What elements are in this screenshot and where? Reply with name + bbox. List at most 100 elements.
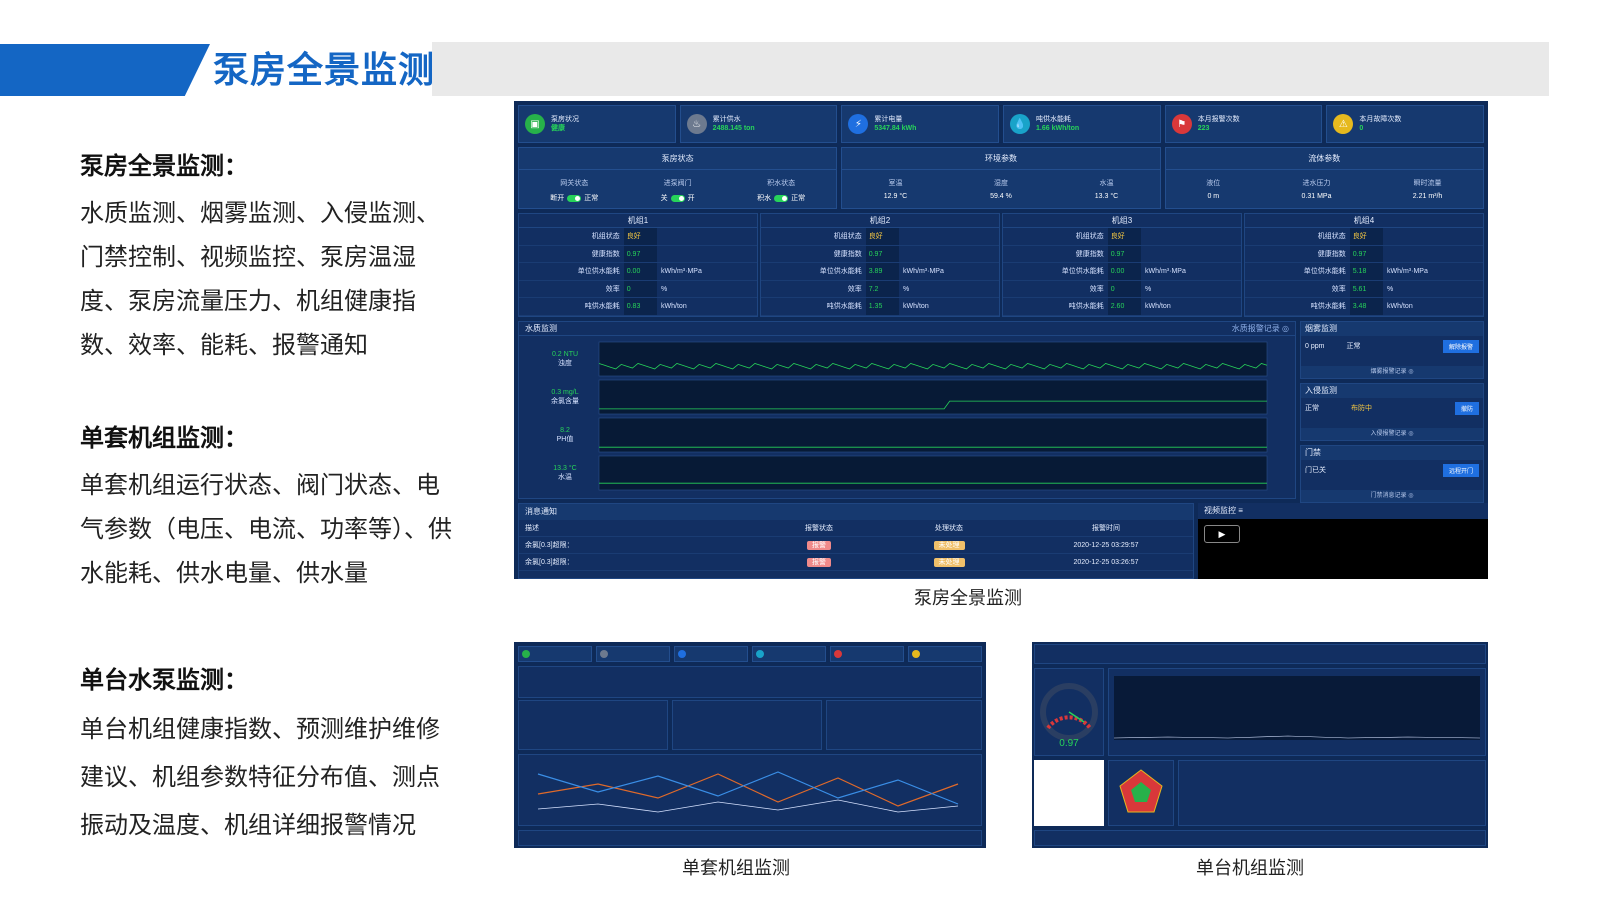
unit-param-row: 机组状态 良好 xyxy=(519,228,757,246)
section-body: 水质监测、烟雾监测、入侵监测、门禁控制、视频监控、泵房温湿度、泵房流量压力、机组… xyxy=(80,200,440,359)
toggle-switch[interactable] xyxy=(670,194,685,202)
kpi-card: 💧 吨供水能耗 1.66 kWh/ton xyxy=(1003,105,1161,143)
arm-status: 布防中 xyxy=(1351,405,1372,412)
plug-icon: ⚡ xyxy=(848,114,869,134)
kpi-card: ▣ 泵房状况 健康 xyxy=(518,105,676,143)
water-accumulation-status[interactable]: 积水状态 积水 正常 xyxy=(757,178,805,203)
header-background xyxy=(432,42,1549,96)
radar-chart xyxy=(1119,769,1163,813)
handle-badge: 未处理 xyxy=(933,558,965,567)
param-level: 液位 0 m xyxy=(1206,180,1221,200)
toggle-switch[interactable] xyxy=(567,194,582,202)
kpi-label: 本月故障次数 xyxy=(1359,116,1402,123)
series-name: 余氯含量 xyxy=(551,396,579,405)
series-reading: 0.3 mg/L xyxy=(551,389,578,396)
unit-title: 机组2 xyxy=(761,214,999,228)
series-reading: 13.3 °C xyxy=(553,464,576,472)
series-reading: 8.2 xyxy=(560,427,570,434)
inlet-valve-status[interactable]: 进泵阀门关开 xyxy=(661,178,695,203)
alarm-icon: ⚑ xyxy=(1171,114,1192,134)
unit-param-row: 效率 7.2% xyxy=(761,280,999,298)
unit-title: 机组1 xyxy=(519,214,757,228)
status-title: 环境参数 xyxy=(842,148,1160,170)
smoke-status: 正常 xyxy=(1346,343,1361,350)
kpi-label: 本月报警次数 xyxy=(1197,116,1240,123)
door-panel: 门禁 门已关 远程开门 门禁消息记录 ◎ xyxy=(1300,445,1484,503)
kpi-label: 累计供水 xyxy=(712,116,741,123)
caption-single-pump: 单台机组监测 xyxy=(1196,858,1304,878)
kpi-label: 累计电量 xyxy=(874,116,903,123)
vibration-chart xyxy=(1113,676,1481,740)
section-title: 单套机组监测： xyxy=(80,425,248,452)
kpi-value: 223 xyxy=(1197,125,1210,132)
remote-open-button[interactable]: 远程开门 xyxy=(1442,463,1479,477)
fluid-params: 流体参数 液位 0 m 进水压力 0.31 MPa 瞬时流量 2.21 m³/h xyxy=(1164,147,1484,209)
series-name: 水温 xyxy=(558,472,572,481)
unit-param-row: 效率 5.61% xyxy=(1245,280,1483,298)
panel-title: 消息通知 xyxy=(519,504,1193,520)
unit-param-row: 吨供水能耗 3.48 kWh/ton xyxy=(1245,298,1483,316)
unit-param-row: 健康指数 0.97 xyxy=(1245,245,1483,263)
smoke-log-link[interactable]: 烟雾报警记录 ◎ xyxy=(1301,366,1483,378)
alarm-badge: 报警 xyxy=(807,541,831,550)
unit-param-row: 吨供水能耗 2.60 kWh/ton xyxy=(1003,298,1241,316)
intrusion-log-link[interactable]: 入侵报警记录 ◎ xyxy=(1301,428,1483,440)
handle-badge: 未处理 xyxy=(933,541,965,550)
kpi-label: 泵房状况 xyxy=(551,116,579,123)
smoke-value: 0 ppm xyxy=(1305,342,1325,350)
param-room-temp: 室温 12.9 °C xyxy=(883,180,908,200)
unit-card[interactable]: 机组4 机组状态 良好 健康指数 0.97 单位供水能耗 5.18 kWh/m³·MPa 效率 5… xyxy=(1244,213,1484,317)
series-name: 浊度 xyxy=(558,358,572,367)
intrusion-panel: 入侵监测 正常 布防中 撤防 入侵报警记录 ◎ xyxy=(1300,383,1484,441)
unit-card[interactable]: 机组3 机组状态 良好 健康指数 0.97 单位供水能耗 0.00 kWh/m³·MPa 效率 0… xyxy=(1002,213,1242,317)
kpi-row: ▣ 泵房状况 健康 ♨ 累计供水 2488.145 ton ⚡ 累计电量 5347.84 kWh… xyxy=(518,105,1485,143)
kpi-value: 5347.84 kWh xyxy=(874,125,917,132)
door-log-link[interactable]: 门禁消息记录 ◎ xyxy=(1301,490,1483,502)
intrusion-status: 正常 xyxy=(1305,405,1319,412)
section-body: 单套机组运行状态、阀门状态、电气参数（电压、电流、功率等）、供水能耗、供水电量、… xyxy=(80,472,452,587)
kpi-card: ⚠ 本月故障次数 0 xyxy=(1326,105,1485,143)
kpi-value: 0 xyxy=(1359,125,1364,132)
section-body: 单台机组健康指数、预测维护维修建议、机组参数特征分布值、测点振动及温度、机组详细… xyxy=(80,716,440,839)
status-title: 泵房状态 xyxy=(519,148,837,170)
water-alarm-log-link[interactable]: 水质报警记录 ◎ xyxy=(1232,322,1289,335)
security-side-panels: 烟雾监测 0 ppm 正常 解除报警 烟雾报警记录 ◎ 入侵监测 正常 布防中 撤防 入… xyxy=(1300,321,1484,507)
section-title: 泵房全景监测： xyxy=(80,153,248,180)
section-panorama: 泵房全景监测： 水质监测、烟雾监测、入侵监测、门禁控制、视频监控、泵房温湿度、泵… xyxy=(80,150,460,368)
panorama-dashboard: ▣ 泵房状况 健康 ♨ 累计供水 2488.145 ton ⚡ 累计电量 5347.84 kWh… xyxy=(514,101,1488,579)
unit-param-row: 单位供水能耗 0.00 kWh/m³·MPa xyxy=(1003,263,1241,281)
clear-alarm-button[interactable]: 解除报警 xyxy=(1442,339,1479,353)
water-quality-panel: 水质监测 水质报警记录 ◎ 0.2 NTU 浊度 0.3 mg/L 余氯含量 8.2 PH值… xyxy=(518,321,1296,499)
unit-set-trend-chart xyxy=(537,771,959,813)
water-quality-chart: 0.2 NTU浊度0.3 mg/L余氯含量8.2PH值13.3 °C水温06:0… xyxy=(551,341,1268,491)
kpi-label: 吨供水能耗 xyxy=(1036,116,1072,123)
alarm-badge: 报警 xyxy=(807,558,831,567)
unit-param-row: 机组状态 良好 xyxy=(761,228,999,246)
unit-param-row: 吨供水能耗 0.83 kWh/ton xyxy=(519,298,757,316)
unit-card[interactable]: 机组2 机组状态 良好 健康指数 0.97 单位供水能耗 3.89 kWh/m³·MPa 效率 7… xyxy=(760,213,1000,317)
kpi-card: ♨ 累计供水 2488.145 ton xyxy=(679,105,838,143)
page-title: 泵房全景监测 xyxy=(213,49,436,90)
unit-param-row: 机组状态 良好 xyxy=(1245,228,1483,246)
panel-title: 视频监控 ≡ xyxy=(1198,503,1488,519)
status-title: 流体参数 xyxy=(1165,148,1483,170)
panel-title: 入侵监测 xyxy=(1301,384,1483,398)
table-row[interactable]: 余氯[0.3]超限： 报警 未处理 2020-12-25 03:26:57 xyxy=(519,554,1193,571)
series-name: PH值 xyxy=(557,434,574,443)
play-button[interactable]: ▶ xyxy=(1204,525,1240,543)
drop-icon: 💧 xyxy=(1010,114,1031,134)
image-icon: ▣ xyxy=(525,114,545,134)
disarm-button[interactable]: 撤防 xyxy=(1454,401,1479,415)
series-reading: 0.2 NTU xyxy=(552,351,578,358)
kpi-value: 1.66 kWh/ton xyxy=(1036,125,1080,132)
unit-param-row: 效率 0% xyxy=(519,280,757,298)
unit-card[interactable]: 机组1 机组状态 良好 健康指数 0.97 单位供水能耗 0.00 kWh/m³·MPa 效率 0… xyxy=(518,213,758,317)
panel-title: 水质监测 xyxy=(525,324,557,333)
door-status: 门已关 xyxy=(1305,467,1326,474)
table-row[interactable]: 余氯[0.3]超限： 报警 未处理 2020-12-25 03:29:57 xyxy=(519,537,1193,554)
kpi-card: ⚑ 本月报警次数 223 xyxy=(1164,105,1323,143)
toggle-switch[interactable] xyxy=(774,194,789,202)
gateway-status[interactable]: 网关状态 断开 正常 xyxy=(550,178,598,203)
unit-param-row: 健康指数 0.97 xyxy=(519,245,757,263)
gauge-value: 0.97 xyxy=(1059,738,1079,749)
